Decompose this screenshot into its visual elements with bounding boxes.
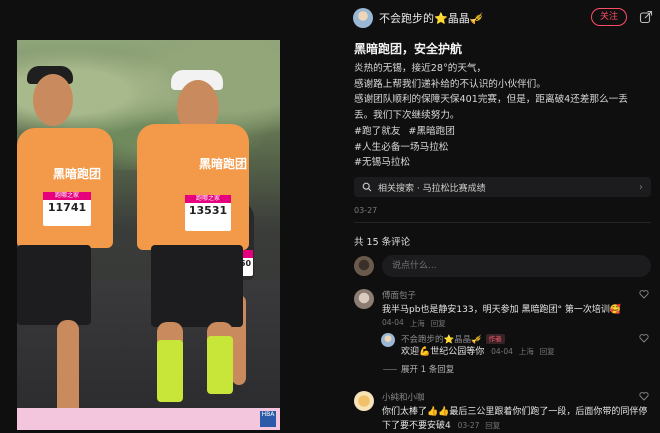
expand-label[interactable]: 展开 1 条回复 [401,363,454,375]
runner-left-shorts [17,245,91,325]
related-search-bar[interactable]: 相关搜索 · 马拉松比赛成绩 › [354,177,651,197]
runner-main-shorts [151,245,243,327]
hashtag-link[interactable]: #跑了就友 [354,124,400,140]
comment-date: 03-27 [457,421,480,430]
reply-button[interactable]: 回复 [431,318,446,329]
expand-line [383,368,397,370]
comment-text: 我半马pb也是静安133，明天参加 黑暗跑团° 第一次培训🥰 [382,305,622,315]
follow-button[interactable]: 关注 [591,8,627,26]
reply-reply-button[interactable]: 回复 [540,347,555,356]
post-photo[interactable]: 4250 黑暗跑团 跑哪之家11741 黑暗跑团 跑哪之家13531 HBA [17,40,280,430]
my-avatar [354,256,374,276]
post-title: 黑暗跑团，安全护航 [354,42,463,56]
comment-text-content: 你们太棒了👍👍最后三公里跟着你们跑了一段，后面你带的同伴停下了要不要安破4 [382,407,648,431]
comments-count: 共 15 条评论 [354,237,411,248]
post-body-line: 炎热的无锡，接近28°的天气， [354,63,487,74]
reply-text-row: 欢迎💪世纪公园等你 04-04 上海 回复 [401,345,651,359]
post-body-line: 丢。我们下次继续努力。 [354,109,460,121]
runner-left-head [33,74,73,126]
runner-main-sock-right [207,336,233,394]
heart-icon[interactable] [639,333,649,343]
media-viewer: 4250 黑暗跑团 跑哪之家11741 黑暗跑团 跑哪之家13531 HBA [0,0,343,433]
runner-main-sock-left [157,340,183,402]
chevron-right-icon: › [639,181,643,193]
runner-main-shirt [137,124,249,250]
reply-date: 04-04 [491,347,513,356]
comment-date: 04-04 [382,318,404,327]
commenter-name[interactable]: 傅面包子 [382,289,416,301]
author-name[interactable]: 不会跑步的⭐晶晶🎺 [379,10,483,26]
runner-left-shirt [17,128,113,248]
comment-text: 你们太棒了👍👍最后三公里跟着你们跑了一段，后面你带的同伴停下了要不要安破4 03… [382,405,651,433]
runner-main-club: 黑暗跑团 [199,157,248,171]
reply-author-name[interactable]: 不会跑步的⭐晶晶🎺 [401,333,482,345]
expand-replies-button[interactable]: 展开 1 条回复 [383,363,454,375]
author-avatar[interactable] [353,8,373,28]
hashtag-link[interactable]: #人生必备一场马拉松 [354,140,455,156]
author-badge: 作者 [485,334,505,344]
commenter-avatar[interactable] [354,289,374,309]
post-body-line: 感谢路上帮我们递补给的不认识的小伙伴们。 [354,78,546,90]
divider [354,222,651,223]
search-icon [362,182,372,192]
post-tags: #跑了就友 #黑暗跑团 #人生必备一场马拉松 #无锡马拉松 [354,124,455,171]
comment-item: 傅面包子 我半马pb也是静安133，明天参加 黑暗跑团° 第一次培训🥰 04-0… [354,289,651,329]
share-icon[interactable] [639,10,653,24]
heart-icon[interactable] [639,391,649,401]
runner-left-club: 黑暗跑团 [53,167,102,181]
commenter-name[interactable]: 小純和小咖 [382,391,425,403]
related-search-text: 相关搜索 · 马拉松比赛成绩 [378,183,486,194]
commenter-avatar[interactable] [354,391,374,411]
comment-input-row [354,255,651,277]
author-info[interactable]: 不会跑步的⭐晶晶🎺 [353,8,483,28]
reply-text: 欢迎💪世纪公园等你 [401,347,485,357]
reply-button[interactable]: 回复 [485,421,500,430]
hashtag-link[interactable]: #黑暗跑团 [408,124,454,140]
event-banner: HBA [17,408,280,430]
comment-input[interactable] [382,255,651,277]
heart-icon[interactable] [639,289,649,299]
event-logo: HBA [260,411,276,427]
hashtag-link[interactable]: #无锡马拉松 [354,155,455,171]
runner-main-bib: 跑哪之家 13531 [185,195,231,231]
reply-avatar[interactable] [381,333,395,347]
runner-left-bib: 跑哪之家 11741 [43,192,91,226]
comment-item: 小純和小咖 你们太棒了👍👍最后三公里跟着你们跑了一段，后面你带的同伴停下了要不要… [354,391,651,431]
post-detail-panel: 不会跑步的⭐晶晶🎺 关注 黑暗跑团，安全护航 炎热的无锡，接近28°的天气， 感… [343,0,660,433]
post-date: 03-27 [354,206,378,215]
comment-location: 上海 [409,319,425,328]
reply-location: 上海 [518,347,534,356]
post-body-line: 感谢团队顺利的保障天保401完赛，但是，距离破4还差那么一丢 [354,94,628,105]
post-body: 炎热的无锡，接近28°的天气， 感谢路上帮我们递补给的不认识的小伙伴们。 感谢团… [354,61,652,123]
